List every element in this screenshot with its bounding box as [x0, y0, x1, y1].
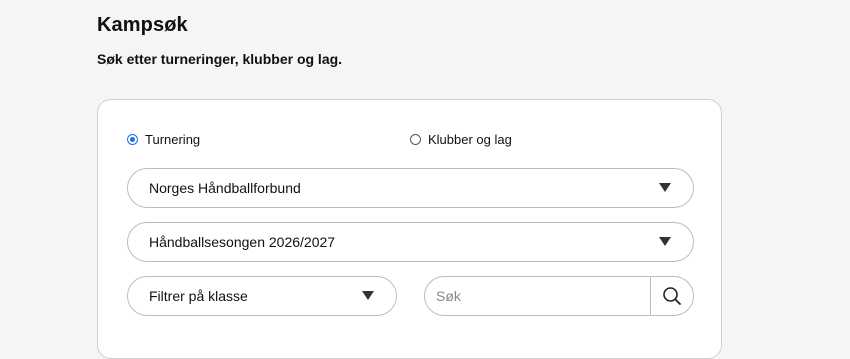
page-title: Kampsøk [97, 14, 188, 36]
radio-klubber-og-lag[interactable]: Klubber og lag [410, 132, 512, 147]
search-field [424, 276, 694, 316]
class-filter-select[interactable]: Filtrer på klasse [127, 276, 397, 316]
season-select[interactable]: Håndballsesongen 2026/2027 [127, 222, 694, 262]
radio-button-unchecked[interactable] [410, 134, 421, 145]
chevron-down-icon [659, 237, 671, 246]
federation-select-value: Norges Håndballforbund [149, 180, 301, 196]
page-subtitle: Søk etter turneringer, klubber og lag. [97, 51, 343, 67]
search-card: Turnering Klubber og lag Norges Håndball… [97, 99, 722, 359]
federation-select[interactable]: Norges Håndballforbund [127, 168, 694, 208]
radio-label-klubber-og-lag: Klubber og lag [428, 132, 512, 147]
season-select-value: Håndballsesongen 2026/2027 [149, 234, 336, 250]
search-button[interactable] [650, 277, 693, 315]
radio-button-checked[interactable] [127, 134, 138, 145]
search-icon [663, 287, 681, 305]
radio-label-turnering: Turnering [145, 132, 201, 147]
class-filter-value: Filtrer på klasse [149, 288, 248, 304]
chevron-down-icon [362, 291, 374, 300]
radio-turnering[interactable]: Turnering [127, 132, 200, 147]
chevron-down-icon [659, 183, 671, 192]
search-input[interactable] [425, 277, 650, 315]
